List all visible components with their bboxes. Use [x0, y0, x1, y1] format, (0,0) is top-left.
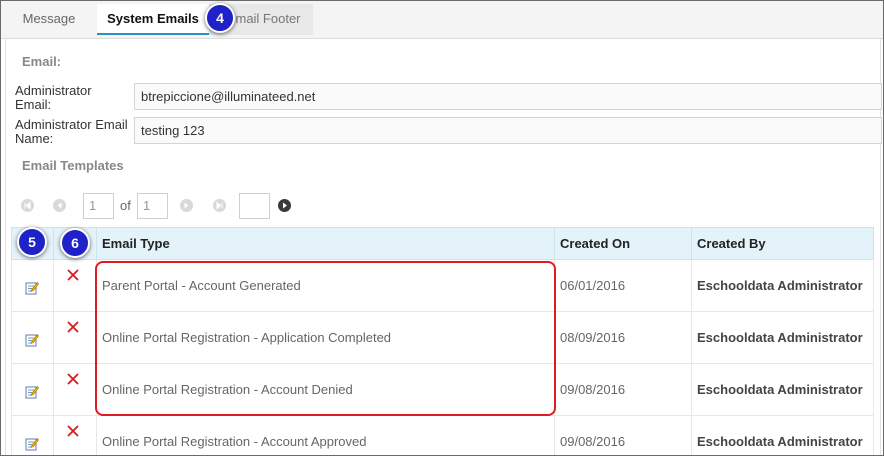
- callout-badge-delete: 6: [60, 228, 90, 258]
- created-on-cell: 06/01/2016: [554, 259, 692, 312]
- created-on-cell: 09/08/2016: [554, 363, 692, 416]
- edit-note-icon[interactable]: [25, 281, 39, 295]
- delete-cell: [53, 311, 97, 364]
- edit-cell: [11, 363, 54, 416]
- email-type-header[interactable]: Email Type: [96, 227, 555, 260]
- prev-page-icon[interactable]: [53, 199, 66, 212]
- admin-email-field[interactable]: btrepiccione@illuminateed.net: [134, 83, 882, 110]
- delete-x-icon[interactable]: [67, 425, 79, 437]
- delete-cell: [53, 259, 97, 312]
- admin-email-name-field[interactable]: testing 123: [134, 117, 882, 144]
- tab-bar: Message System Emails mail Footer: [1, 1, 883, 39]
- email-type-cell[interactable]: Parent Portal - Account Generated: [96, 259, 555, 312]
- created-on-cell: 09/08/2016: [554, 415, 692, 455]
- edit-cell: [11, 311, 54, 364]
- email-type-cell[interactable]: Online Portal Registration - Application…: [96, 311, 555, 364]
- admin-email-name-label: Administrator Email Name:: [15, 117, 128, 146]
- email-templates-table: Email Type Created On Created By Parent …: [11, 227, 874, 455]
- delete-x-icon[interactable]: [67, 269, 79, 281]
- email-type-cell[interactable]: Online Portal Registration - Account App…: [96, 415, 555, 455]
- pager: 1 of 1: [17, 193, 317, 219]
- edit-cell: [11, 259, 54, 312]
- next-page-icon[interactable]: [180, 199, 193, 212]
- go-icon[interactable]: [278, 199, 291, 212]
- created-by-cell: Eschooldata Administrator: [691, 259, 874, 312]
- created-by-cell: Eschooldata Administrator: [691, 363, 874, 416]
- edit-note-icon[interactable]: [25, 385, 39, 399]
- last-page-icon[interactable]: [213, 199, 226, 212]
- table-row: Parent Portal - Account Generated 06/01/…: [11, 259, 874, 312]
- edit-note-icon[interactable]: [25, 333, 39, 347]
- page-size-input[interactable]: [239, 193, 270, 219]
- first-page-icon[interactable]: [21, 199, 34, 212]
- email-type-cell[interactable]: Online Portal Registration - Account Den…: [96, 363, 555, 416]
- table-row: Online Portal Registration - Account Den…: [11, 363, 874, 416]
- created-on-header[interactable]: Created On: [554, 227, 692, 260]
- edit-cell: [11, 415, 54, 455]
- admin-email-label: Administrator Email:: [15, 83, 92, 112]
- window: Message System Emails mail Footer Email:…: [0, 0, 884, 456]
- callout-badge-tab: 4: [205, 3, 235, 33]
- delete-x-icon[interactable]: [67, 373, 79, 385]
- table-row: Online Portal Registration - Application…: [11, 311, 874, 364]
- tab-system-emails[interactable]: System Emails: [97, 4, 209, 35]
- total-pages-display: 1: [137, 193, 168, 219]
- current-page-input[interactable]: 1: [83, 193, 114, 219]
- created-by-cell: Eschooldata Administrator: [691, 311, 874, 364]
- page-of-label: of: [120, 198, 131, 213]
- delete-cell: [53, 363, 97, 416]
- table-header-row: Email Type Created On Created By: [11, 227, 874, 260]
- delete-x-icon[interactable]: [67, 321, 79, 333]
- edit-note-icon[interactable]: [25, 437, 39, 451]
- callout-badge-edit: 5: [17, 227, 47, 257]
- email-section-title: Email:: [22, 54, 62, 69]
- delete-cell: [53, 415, 97, 455]
- created-by-header[interactable]: Created By: [691, 227, 874, 260]
- created-by-cell: Eschooldata Administrator: [691, 415, 874, 455]
- tab-message[interactable]: Message: [7, 4, 91, 35]
- email-templates-title: Email Templates: [22, 158, 124, 173]
- table-row: Online Portal Registration - Account App…: [11, 415, 874, 455]
- created-on-cell: 08/09/2016: [554, 311, 692, 364]
